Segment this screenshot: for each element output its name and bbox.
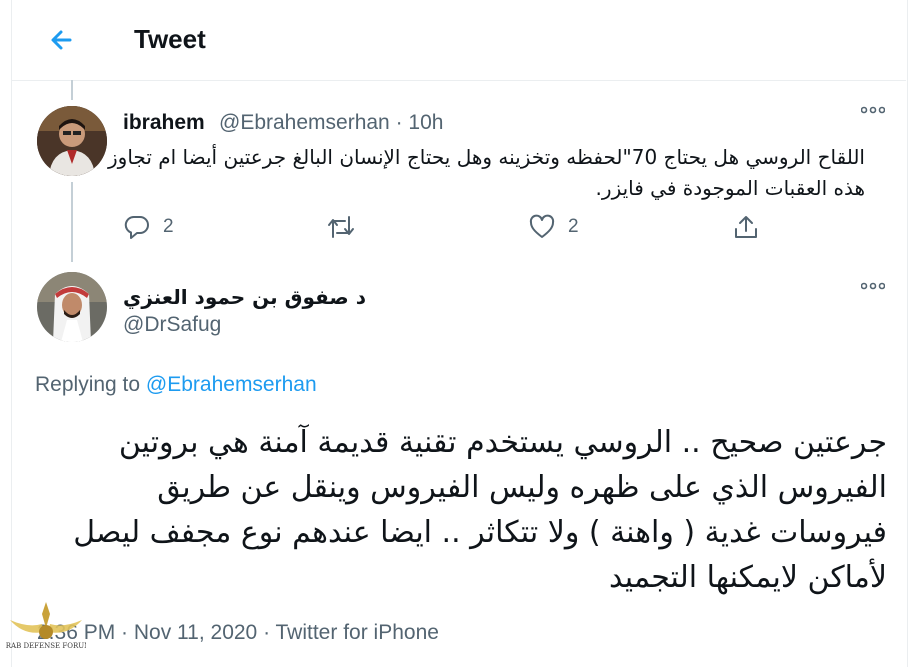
tweet-timestamp-source[interactable]: 2:36 PM · Nov 11, 2020 · Twitter for iPh… xyxy=(37,621,439,645)
like-icon xyxy=(529,214,555,238)
page-header: Tweet xyxy=(11,0,906,81)
page-title: Tweet xyxy=(134,24,206,54)
more-dots-icon xyxy=(861,282,885,290)
back-button[interactable] xyxy=(43,22,79,58)
reply-button[interactable]: 2 xyxy=(123,213,174,241)
author-name[interactable]: ibrahem xyxy=(123,111,205,135)
author-name[interactable]: د صفوق بن حمود العنزي xyxy=(123,285,366,309)
avatar-drsafug[interactable] xyxy=(37,272,107,342)
tweet-text: جرعتين صحيح .. الروسي يستخدم تقنية قديمة… xyxy=(73,425,887,595)
avatar-ibrahem[interactable] xyxy=(37,106,107,176)
like-count: 2 xyxy=(568,216,579,237)
back-arrow-icon xyxy=(51,30,72,50)
reply-count: 2 xyxy=(163,216,174,237)
retweet-button[interactable] xyxy=(326,213,356,241)
like-button[interactable]: 2 xyxy=(528,213,579,241)
more-dots-icon xyxy=(861,106,885,114)
more-options-button[interactable] xyxy=(861,106,885,114)
tweet-text: اللقاح الروسي هل يحتاج 70"لحفظه وتخزينه … xyxy=(108,145,865,200)
replying-to: Replying to @Ebrahemserhan xyxy=(35,373,317,397)
author-handle-time[interactable]: @Ebrahemserhan · 10h xyxy=(219,111,443,135)
reply-icon xyxy=(124,215,149,239)
author-handle[interactable]: @DrSafug xyxy=(123,313,221,337)
more-options-button[interactable] xyxy=(861,282,885,290)
arab-defense-forum-watermark: ARAB DEFENSE FORUM xyxy=(6,598,86,664)
share-button[interactable] xyxy=(732,213,760,241)
thread-connector xyxy=(71,182,73,262)
replying-mention-link[interactable]: @Ebrahemserhan xyxy=(146,373,317,396)
share-icon xyxy=(735,216,757,238)
watermark-text: ARAB DEFENSE FORUM xyxy=(6,642,86,650)
thread-connector-top xyxy=(71,80,73,100)
retweet-icon xyxy=(328,216,354,238)
replying-prefix: Replying to xyxy=(35,373,146,396)
